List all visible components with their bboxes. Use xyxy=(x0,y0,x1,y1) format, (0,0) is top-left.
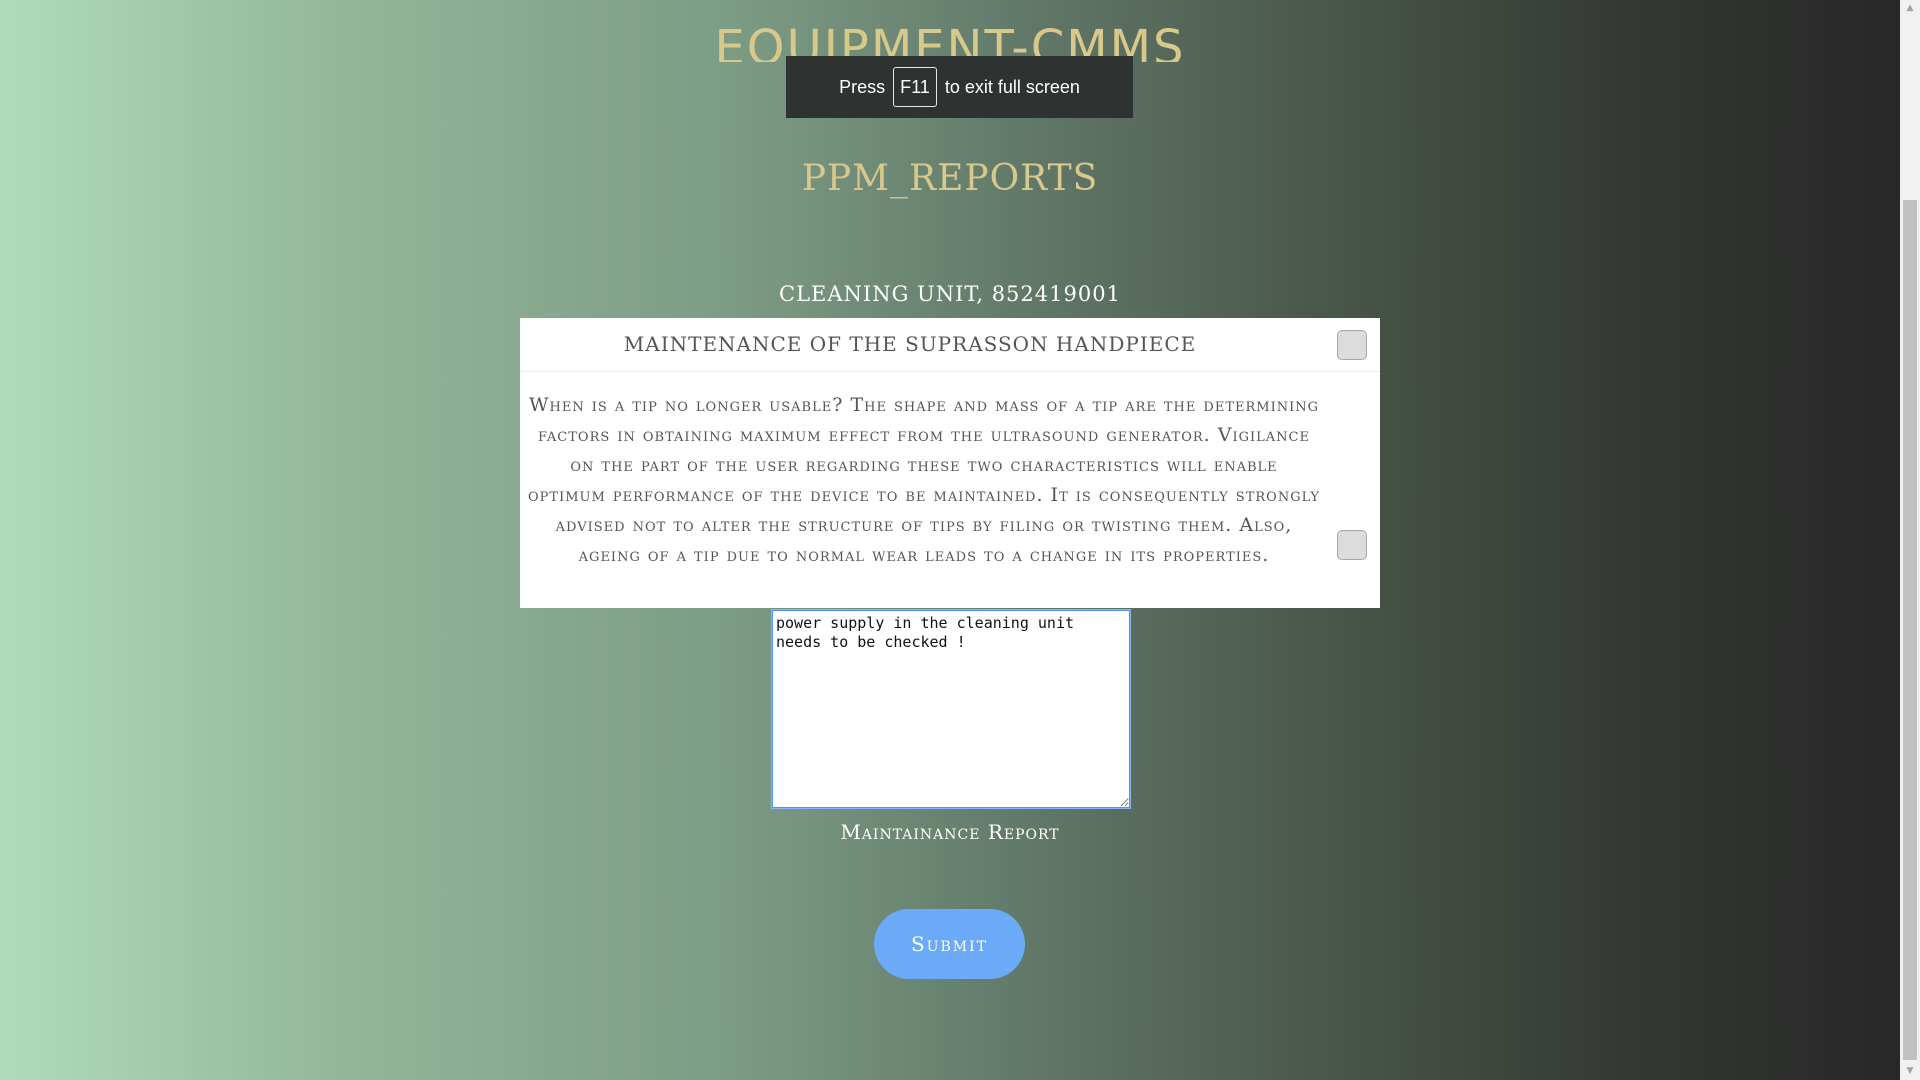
maintenance-report-label: Maintainance Report xyxy=(840,820,1060,844)
scroll-up-icon[interactable]: ▲ xyxy=(1900,0,1920,17)
equipment-title: CLEANING UNIT, 852419001 xyxy=(779,282,1121,306)
scrollbar-thumb[interactable] xyxy=(1903,200,1917,1060)
checklist-item-label: MAINTENANCE OF THE SUPRASSON HANDPIECE xyxy=(623,332,1197,356)
checklist-item: MAINTENANCE OF THE SUPRASSON HANDPIECE xyxy=(520,318,1380,372)
scroll-down-icon[interactable]: ▼ xyxy=(1900,1063,1920,1080)
checklist-item-label: When is a tip no longer usable? The shap… xyxy=(528,394,1320,566)
page-title: PPM_REPORTS xyxy=(801,158,1099,199)
fullscreen-toast: Press F11 to exit full screen xyxy=(786,56,1133,118)
submit-button[interactable]: Submit xyxy=(874,909,1025,979)
vertical-scrollbar[interactable]: ▲ ▼ xyxy=(1900,0,1920,1080)
checklist-checkbox[interactable] xyxy=(1337,530,1367,560)
maintenance-report-input[interactable]: power supply in the cleaning unit needs … xyxy=(771,609,1131,809)
checklist-checkbox[interactable] xyxy=(1337,330,1367,360)
toast-key: F11 xyxy=(893,67,937,107)
checklist-card: MAINTENANCE OF THE SUPRASSON HANDPIECE W… xyxy=(520,318,1380,608)
page: EQUIPMENT-CMMS Press F11 to exit full sc… xyxy=(0,0,1900,1080)
checklist-item: When is a tip no longer usable? The shap… xyxy=(520,372,1380,608)
toast-prefix: Press xyxy=(839,76,886,97)
toast-suffix: to exit full screen xyxy=(944,76,1080,97)
